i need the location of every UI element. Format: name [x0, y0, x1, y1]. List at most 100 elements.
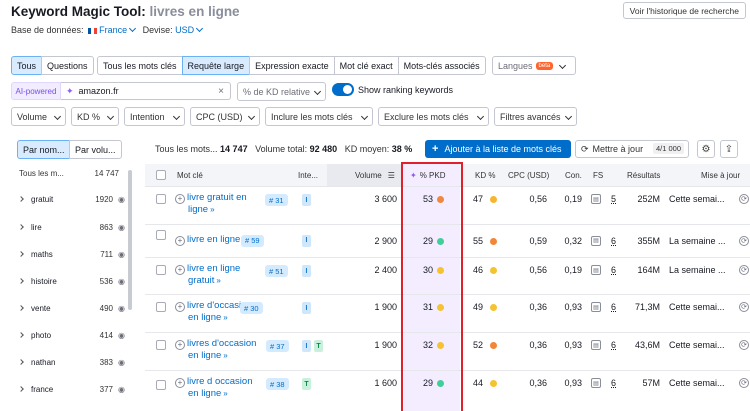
domain-value[interactable]: amazon.fr: [79, 86, 119, 96]
refresh-icon[interactable]: ⟳: [739, 235, 749, 246]
keyword-link[interactable]: livre en ligne: [187, 263, 240, 274]
refresh-icon[interactable]: ⟳: [739, 340, 749, 350]
kd-relative-select[interactable]: % de KD relative: [237, 82, 326, 101]
serp-features-icon[interactable]: ▤: [591, 302, 601, 312]
col-cpc[interactable]: CPC (USD): [508, 164, 549, 186]
add-circle-icon[interactable]: +: [175, 340, 185, 350]
double-chevron-icon[interactable]: »: [216, 276, 220, 285]
add-circle-icon[interactable]: +: [175, 265, 185, 275]
filter-cpc[interactable]: CPC (USD): [190, 107, 260, 126]
close-icon[interactable]: ×: [218, 86, 224, 97]
serp-features-icon[interactable]: ▤: [591, 378, 601, 388]
double-chevron-icon[interactable]: »: [223, 389, 227, 398]
eye-icon[interactable]: ◉: [118, 223, 125, 232]
serp-features-count[interactable]: 6: [611, 265, 616, 275]
col-intent[interactable]: Inte...: [298, 164, 318, 186]
eye-icon[interactable]: ◉: [118, 250, 125, 259]
serp-features-count[interactable]: 6: [611, 302, 616, 312]
col-updated[interactable]: Mise à jour: [701, 164, 740, 186]
serp-features-count[interactable]: 5: [611, 194, 616, 204]
keyword-link-line2[interactable]: en ligne: [188, 350, 221, 361]
group-item[interactable]: maths 711 ◉: [18, 244, 127, 264]
filter-kd[interactable]: KD %: [71, 107, 119, 126]
group-item[interactable]: france 377 ◉: [18, 379, 127, 399]
serp-features-count[interactable]: 6: [611, 340, 616, 350]
database-selector[interactable]: Base de données: France Devise: USD: [11, 24, 204, 35]
tab-by-volume[interactable]: Par volu...: [69, 140, 122, 159]
keyword-link-line2[interactable]: gratuit: [188, 275, 214, 286]
add-circle-icon[interactable]: +: [175, 235, 185, 246]
serp-features-icon[interactable]: ▤: [591, 194, 601, 204]
filter-exclude[interactable]: Exclure les mots clés: [378, 107, 489, 126]
eye-icon[interactable]: ◉: [118, 304, 125, 313]
keyword-link[interactable]: livres d'occasion: [187, 338, 256, 349]
group-item[interactable]: photo 414 ◉: [18, 325, 127, 345]
refresh-icon[interactable]: ⟳: [739, 378, 749, 388]
currency-value[interactable]: USD: [175, 25, 194, 35]
row-checkbox[interactable]: [156, 379, 166, 390]
tab-phrase-match[interactable]: Expression exacte: [249, 56, 335, 75]
refresh-icon[interactable]: ⟳: [739, 302, 749, 312]
col-fs[interactable]: FS: [593, 164, 603, 186]
tab-by-name[interactable]: Par nom...: [17, 140, 70, 159]
col-keyword[interactable]: Mot clé: [177, 164, 203, 186]
eye-icon[interactable]: ◉: [118, 195, 125, 204]
col-volume[interactable]: Volume ☰: [355, 164, 395, 186]
tab-related[interactable]: Mots-clés associés: [397, 56, 486, 75]
refresh-icon[interactable]: ⟳: [739, 265, 749, 275]
gear-icon[interactable]: ⚙: [697, 140, 715, 158]
tab-all-keywords[interactable]: Tous les mots clés: [97, 56, 183, 75]
db-value[interactable]: France: [99, 25, 127, 35]
keyword-link[interactable]: livre d occasion: [187, 376, 252, 387]
serp-features-icon[interactable]: ▤: [591, 340, 601, 350]
group-item[interactable]: vente 490 ◉: [18, 298, 127, 318]
groups-scrollbar[interactable]: [128, 170, 132, 310]
double-chevron-icon[interactable]: »: [223, 313, 227, 322]
col-kd[interactable]: KD %: [475, 164, 495, 186]
history-button[interactable]: Voir l'historique de recherche: [622, 2, 746, 19]
tab-all[interactable]: Tous: [11, 56, 43, 75]
keyword-link[interactable]: livre en ligne: [187, 234, 240, 245]
keyword-link-line2[interactable]: ligne: [188, 204, 208, 215]
serp-features-icon[interactable]: ▤: [591, 235, 601, 246]
eye-icon[interactable]: ◉: [118, 331, 125, 340]
ranking-toggle[interactable]: [332, 83, 354, 96]
keyword-link-line2[interactable]: en ligne: [188, 312, 221, 323]
group-item[interactable]: gratuit 1920 ◉: [18, 189, 127, 209]
eye-icon[interactable]: ◉: [118, 358, 125, 367]
add-circle-icon[interactable]: +: [175, 302, 185, 312]
refresh-icon[interactable]: ⟳: [739, 194, 749, 204]
filter-advanced[interactable]: Filtres avancés: [494, 107, 577, 126]
select-all-checkbox[interactable]: [156, 170, 166, 180]
col-results[interactable]: Résultats: [627, 164, 660, 186]
double-chevron-icon[interactable]: »: [210, 205, 214, 214]
row-checkbox[interactable]: [156, 340, 166, 350]
serp-features-count[interactable]: 6: [611, 378, 616, 388]
group-item[interactable]: lire 863 ◉: [18, 217, 127, 237]
keyword-link[interactable]: livre gratuit en: [187, 192, 247, 203]
serp-features-count[interactable]: 6: [611, 236, 616, 246]
export-icon[interactable]: ⇪: [720, 140, 738, 158]
group-item[interactable]: nathan 383 ◉: [18, 352, 127, 372]
group-item[interactable]: histoire 536 ◉: [18, 271, 127, 291]
tab-broad-match[interactable]: Requête large: [181, 56, 251, 75]
add-circle-icon[interactable]: +: [175, 194, 185, 204]
row-checkbox[interactable]: [156, 302, 166, 312]
filter-include[interactable]: Inclure les mots clés: [265, 107, 373, 126]
double-chevron-icon[interactable]: »: [223, 351, 227, 360]
row-checkbox[interactable]: [156, 229, 166, 240]
tab-questions[interactable]: Questions: [41, 56, 94, 75]
languages-dropdown[interactable]: Langues beta: [492, 56, 576, 75]
col-competition[interactable]: Con.: [565, 164, 582, 186]
filter-intent[interactable]: Intention: [124, 107, 185, 126]
eye-icon[interactable]: ◉: [118, 385, 125, 394]
domain-input[interactable]: ✦ amazon.fr ×: [61, 82, 231, 100]
add-to-list-button[interactable]: + Ajouter à la liste de mots clés: [425, 140, 571, 158]
tab-exact-match[interactable]: Mot clé exact: [333, 56, 399, 75]
keyword-link-line2[interactable]: en ligne: [188, 388, 221, 399]
add-circle-icon[interactable]: +: [175, 378, 185, 388]
eye-icon[interactable]: ◉: [118, 277, 125, 286]
update-button[interactable]: ⟳ Mettre à jour 4/1 000: [575, 140, 689, 158]
row-checkbox[interactable]: [156, 264, 166, 275]
filter-volume[interactable]: Volume: [11, 107, 66, 126]
